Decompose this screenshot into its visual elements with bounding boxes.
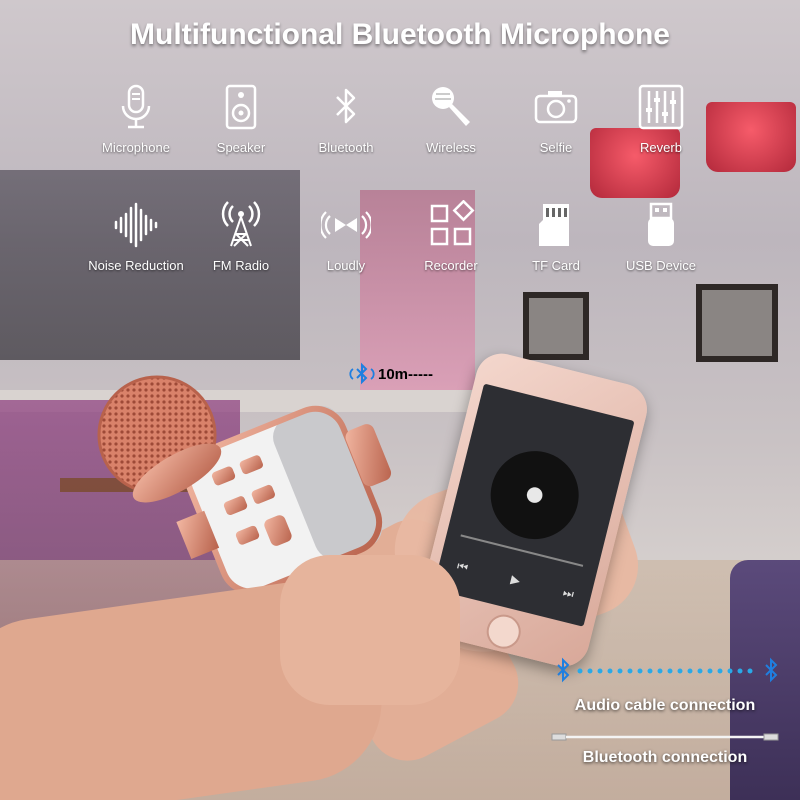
- feature-noise-reduction: Noise Reduction: [76, 200, 196, 273]
- bluetooth-link-dots: [557, 657, 778, 683]
- feature-label: Recorder: [424, 258, 478, 273]
- feature-label: Reverb: [640, 140, 682, 155]
- feature-label: Microphone: [102, 140, 170, 155]
- bluetooth-connection-label: Bluetooth connection: [582, 749, 748, 766]
- feature-loudly: Loudly: [286, 200, 406, 273]
- feature-fm-radio: FM Radio: [181, 200, 301, 273]
- soundwave-icon: [114, 202, 158, 248]
- speaker-icon: [225, 84, 257, 130]
- feature-speaker: Speaker: [181, 82, 301, 155]
- feature-label: TF Card: [532, 258, 580, 273]
- next-icon: ⏭: [561, 585, 576, 602]
- audio-cable-icon: [551, 733, 779, 741]
- player-controls: ⏮ ▶ ⏭: [455, 558, 576, 603]
- feature-label: Noise Reduction: [88, 258, 184, 273]
- loudly-icon: [321, 211, 371, 239]
- vinyl-record: [481, 441, 589, 549]
- feature-usb-device: USB Device: [601, 200, 721, 273]
- page-title: Multifunctional Bluetooth Microphone: [130, 18, 670, 51]
- feature-label: Selfie: [539, 140, 573, 155]
- sd-card-icon: [539, 204, 569, 246]
- feature-label: Loudly: [326, 258, 366, 273]
- right-hand: [280, 555, 460, 705]
- feature-label: USB Device: [625, 258, 697, 273]
- feature-microphone: Microphone: [76, 82, 196, 155]
- progress-bar: [460, 534, 584, 567]
- feature-label: Wireless: [426, 140, 476, 155]
- recorder-icon: [430, 200, 475, 246]
- wall-picture-frame: [696, 284, 778, 362]
- feature-label: FM Radio: [212, 258, 270, 273]
- microphone-icon: [121, 84, 151, 129]
- feature-tf-card: TF Card: [496, 200, 616, 273]
- audio-cable-connection-label: Audio cable connection: [574, 697, 756, 714]
- feature-recorder: Recorder: [391, 200, 511, 273]
- wall-picture-frame: [523, 292, 589, 360]
- prev-icon: ⏮: [455, 558, 470, 575]
- bluetooth-icon: [336, 88, 356, 124]
- feature-label: Bluetooth: [318, 140, 374, 155]
- wireless-mic-icon: [432, 87, 470, 126]
- usb-icon: [648, 202, 674, 246]
- play-icon: ▶: [509, 572, 522, 588]
- feature-selfie: Selfie: [496, 82, 616, 155]
- feature-label: Speaker: [216, 140, 266, 155]
- product-banner: Multifunctional Bluetooth Microphone Mic…: [0, 0, 800, 800]
- camera-icon: [534, 91, 578, 124]
- radio-tower-icon: [221, 201, 261, 247]
- equalizer-icon: [638, 84, 684, 130]
- feature-reverb: Reverb: [601, 82, 721, 155]
- feature-wireless: Wireless: [391, 82, 511, 155]
- feature-bluetooth: Bluetooth: [286, 82, 406, 155]
